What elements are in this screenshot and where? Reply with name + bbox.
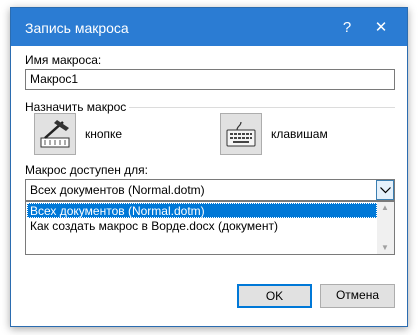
close-button[interactable]: ✕ [372, 18, 390, 36]
dialog-title: Запись макроса [25, 20, 129, 36]
keyboard-icon [226, 121, 256, 147]
help-button[interactable]: ? [338, 19, 356, 36]
dropdown-option[interactable]: Всех документов (Normal.dotm) [27, 203, 377, 218]
group-divider [129, 107, 395, 108]
record-macro-dialog: Запись макроса ? ✕ Имя макроса: Макрос1 … [10, 7, 408, 327]
combobox-value: Всех документов (Normal.dotm) [30, 183, 205, 197]
chevron-down-icon [380, 187, 391, 194]
assign-button-button[interactable] [34, 113, 76, 155]
cancel-button[interactable]: Отмена [320, 284, 395, 308]
assign-macro-label: Назначить макрос [25, 100, 127, 114]
combobox-dropdown-button[interactable] [376, 180, 394, 200]
scroll-up-icon[interactable]: ▲ [381, 203, 389, 212]
assign-keyboard-label: клавишам [271, 127, 328, 141]
store-macro-dropdown-list: Всех документов (Normal.dotm) Как создат… [25, 201, 395, 255]
macro-name-label: Имя макроса: [25, 53, 102, 67]
vertical-scrollbar[interactable]: ▲ ▼ [377, 202, 394, 254]
ok-button[interactable]: OK [237, 284, 312, 308]
store-macro-combobox[interactable]: Всех документов (Normal.dotm) [25, 179, 395, 201]
hammer-toolbar-icon [40, 120, 70, 148]
scroll-down-icon[interactable]: ▼ [381, 243, 389, 252]
dropdown-option[interactable]: Как создать макрос в Ворде.docx (докумен… [27, 218, 377, 233]
macro-name-input[interactable]: Макрос1 [25, 69, 395, 90]
store-macro-label: Макрос доступен для: [25, 163, 149, 177]
assign-keyboard-button[interactable] [220, 113, 262, 155]
assign-button-label: кнопке [85, 127, 123, 141]
title-bar[interactable]: Запись макроса ? ✕ [11, 8, 407, 46]
